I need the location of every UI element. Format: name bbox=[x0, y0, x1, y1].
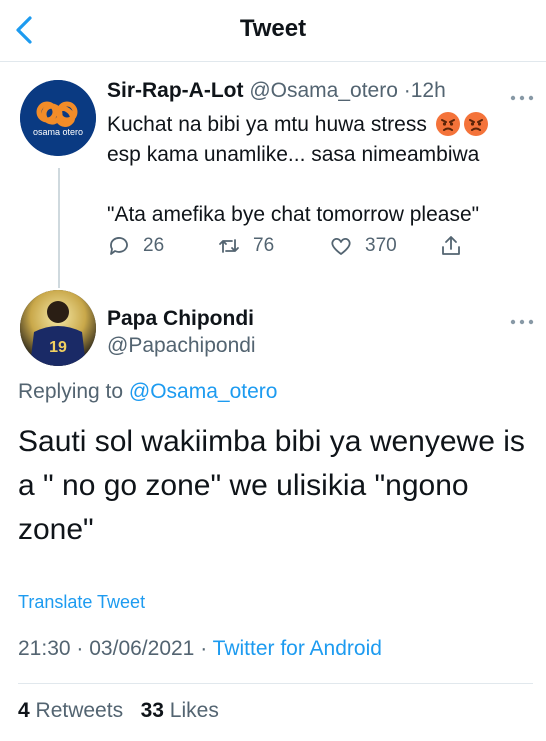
author-handle[interactable]: @Papachipondi bbox=[107, 334, 256, 358]
retweet-count: 76 bbox=[253, 235, 275, 256]
replying-prefix: Replying to bbox=[18, 380, 124, 403]
like-count: 370 bbox=[365, 235, 397, 256]
mention-link[interactable]: @Osama_otero bbox=[129, 380, 278, 403]
top-bar: Tweet bbox=[0, 0, 546, 62]
tweet-timestamp: 21:30 · 03/06/2021 · Twitter for Android bbox=[18, 637, 382, 661]
retweets-stat[interactable]: 4 Retweets bbox=[18, 699, 123, 722]
tweet-line: "Ata amefika bye chat tomorrow please" bbox=[107, 203, 480, 226]
more-options-icon[interactable] bbox=[508, 90, 536, 101]
retweet-button[interactable]: 76 bbox=[217, 232, 274, 260]
thread-connector bbox=[58, 168, 60, 288]
author-handle[interactable]: @Osama_otero bbox=[249, 79, 398, 102]
reply-count: 26 bbox=[143, 235, 165, 256]
angry-face-icon bbox=[435, 111, 461, 137]
avatar[interactable]: osama otero bbox=[20, 80, 96, 156]
likes-stat[interactable]: 33 Likes bbox=[141, 699, 219, 722]
tweet-date: 03/06/2021 bbox=[89, 637, 195, 660]
meta-separator: · bbox=[200, 637, 208, 660]
share-icon bbox=[442, 236, 460, 255]
engagement-stats: 4 Retweets 33 Likes bbox=[18, 699, 219, 723]
likes-label: Likes bbox=[169, 699, 219, 722]
tweet-line: Kuchat na bibi ya mtu huwa stress bbox=[107, 113, 427, 136]
divider bbox=[18, 683, 533, 684]
retweets-count: 4 bbox=[18, 699, 30, 722]
reply-icon bbox=[110, 237, 128, 255]
share-button[interactable] bbox=[439, 232, 463, 260]
more-options-icon[interactable] bbox=[508, 314, 536, 325]
translate-link[interactable]: Translate Tweet bbox=[18, 592, 145, 613]
jersey-number: 19 bbox=[49, 339, 67, 356]
meta-separator: · bbox=[403, 79, 411, 102]
author-name[interactable]: Sir-Rap-A-Lot bbox=[107, 79, 243, 102]
like-button[interactable]: 370 bbox=[329, 232, 397, 260]
parent-tweet-header: Sir-Rap-A-Lot @Osama_otero ·12h bbox=[107, 79, 446, 103]
reply-button[interactable]: 26 bbox=[107, 232, 164, 260]
replying-to: Replying to @Osama_otero bbox=[18, 380, 277, 404]
avatar-logo-text: osama otero bbox=[33, 127, 83, 137]
retweet-icon bbox=[219, 239, 239, 253]
heart-icon bbox=[331, 237, 351, 255]
meta-separator: · bbox=[76, 637, 84, 660]
likes-count: 33 bbox=[140, 699, 164, 722]
retweets-label: Retweets bbox=[35, 699, 124, 722]
avatar[interactable]: 19 bbox=[20, 290, 96, 366]
tweet-time: 12h bbox=[410, 79, 446, 102]
parent-tweet-text: Kuchat na bibi ya mtu huwa stress esp ka… bbox=[107, 110, 537, 230]
source-link[interactable]: Twitter for Android bbox=[213, 637, 382, 660]
author-name[interactable]: Papa Chipondi bbox=[107, 307, 254, 331]
tweet-time: 21:30 bbox=[18, 637, 71, 660]
reply-tweet-text: Sauti sol wakiimba bibi ya wenyewe is a … bbox=[18, 425, 525, 546]
tweet-line: esp kama unamlike... sasa nimeambiwa bbox=[107, 143, 480, 166]
page-title: Tweet bbox=[239, 15, 307, 42]
angry-face-icon bbox=[463, 111, 489, 137]
